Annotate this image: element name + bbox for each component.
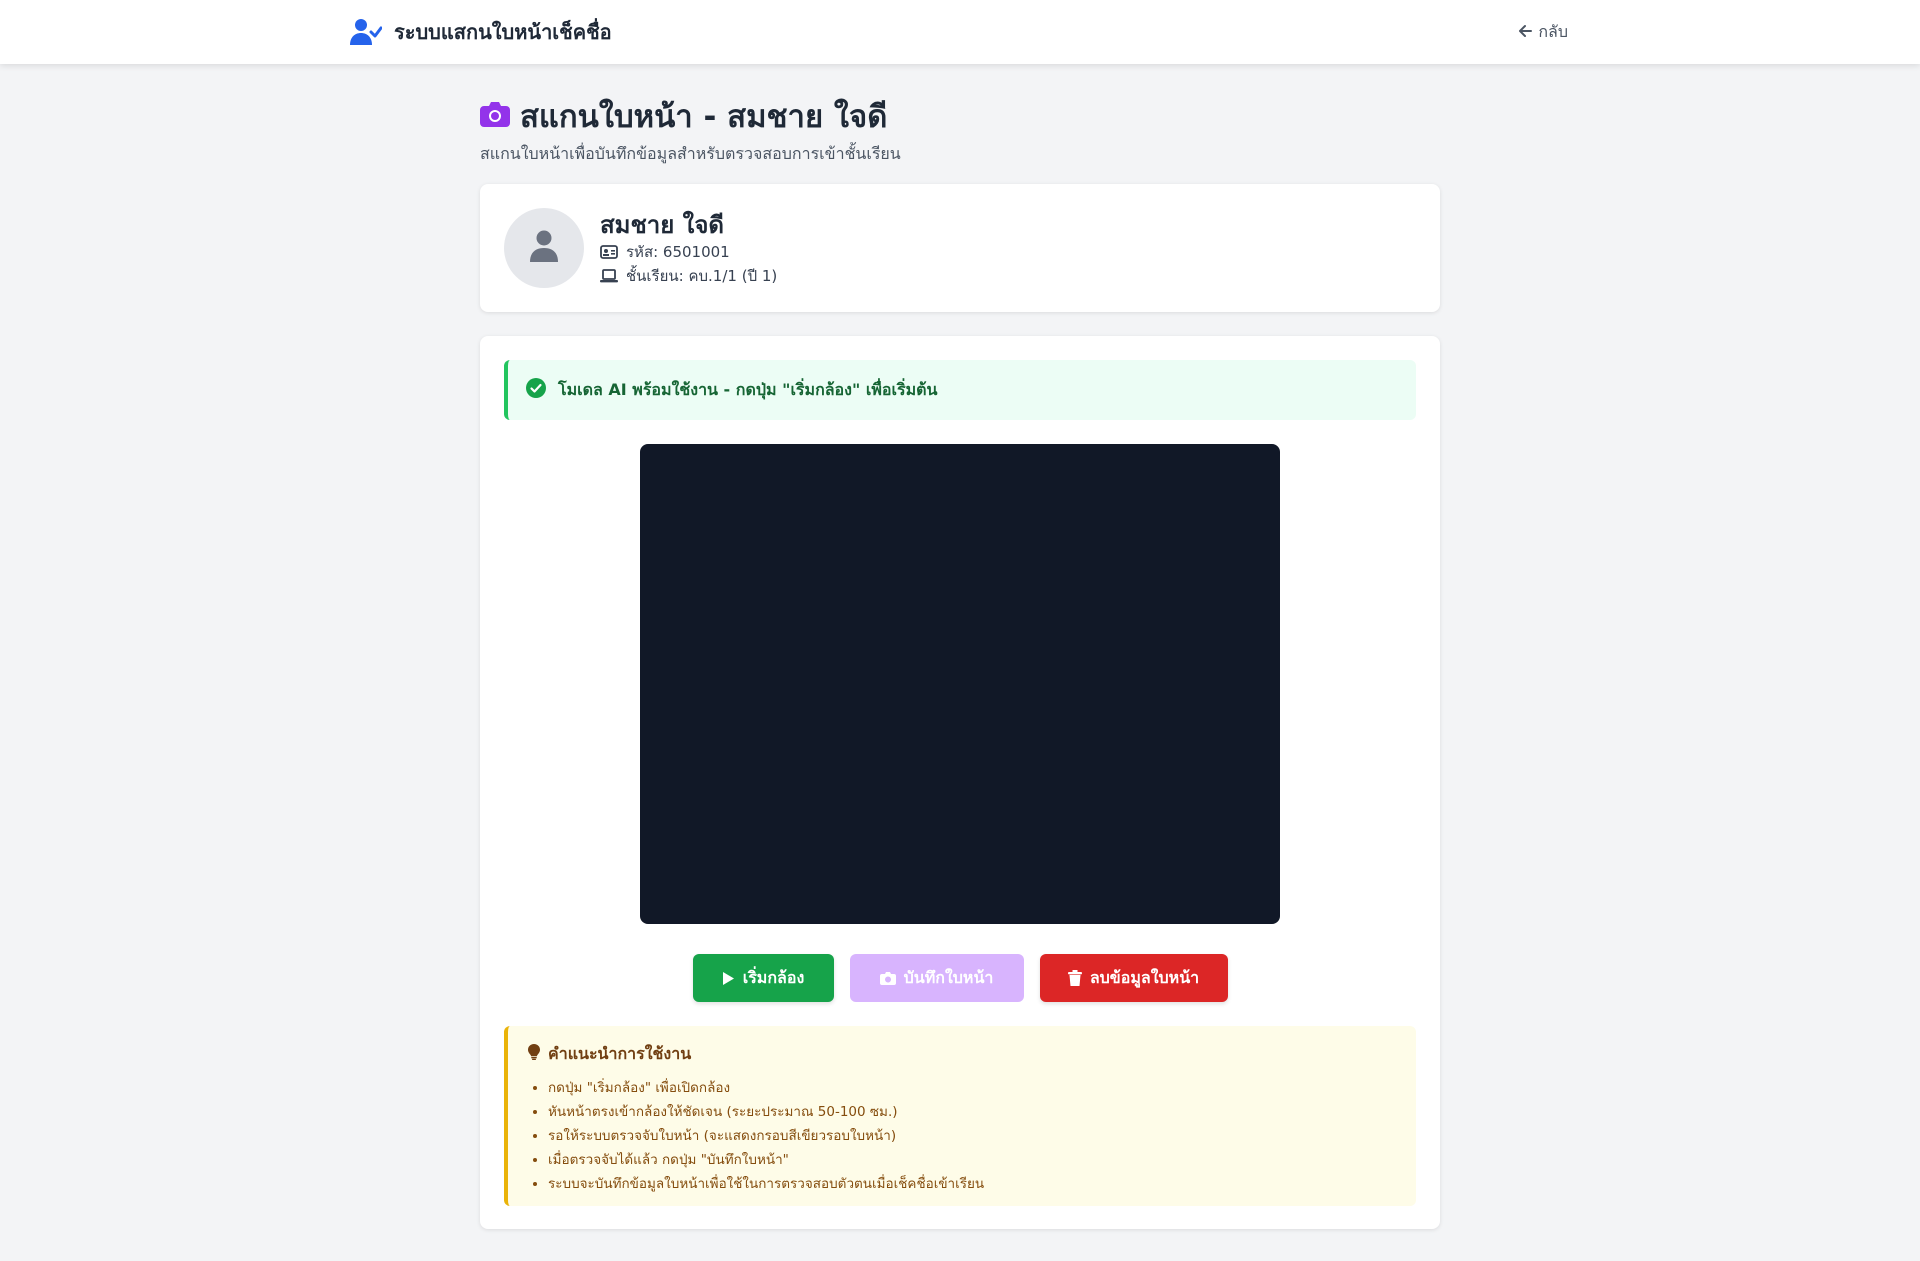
delete-face-label: ลบข้อมูลใบหน้า bbox=[1089, 967, 1200, 987]
student-class-row: ชั้นเรียน: คบ.1/1 (ปี 1) bbox=[600, 264, 777, 288]
back-link[interactable]: กลับ bbox=[1518, 20, 1568, 44]
tip-item: หันหน้าตรงเข้ากล้องให้ชัดเจน (ระยะประมาณ… bbox=[548, 1100, 1396, 1124]
camera-icon bbox=[879, 971, 896, 985]
student-id-row: รหัส: 6501001 bbox=[600, 240, 777, 264]
top-navbar: ระบบแสกนใบหน้าเช็คชื่อ กลับ bbox=[0, 0, 1920, 64]
trash-icon bbox=[1067, 970, 1082, 986]
tip-item: ระบบจะบันทึกข้อมูลใบหน้าเพื่อใช้ในการตรว… bbox=[548, 1172, 1396, 1196]
arrow-left-icon bbox=[1518, 23, 1533, 42]
alert-text: โมเดล AI พร้อมใช้งาน - กดปุ่ม "เริ่มกล้อ… bbox=[558, 379, 938, 399]
tip-item: รอให้ระบบตรวจจับใบหน้า (จะแสดงกรอบสีเขีย… bbox=[548, 1124, 1396, 1148]
user-icon bbox=[530, 230, 558, 266]
start-camera-button[interactable]: เริ่มกล้อง bbox=[692, 954, 834, 1002]
nav-brand[interactable]: ระบบแสกนใบหน้าเช็คชื่อ bbox=[350, 16, 612, 48]
action-buttons: เริ่มกล้อง บันทึกใบหน้า ลบข้อมูลใบหน้า bbox=[480, 954, 1440, 1002]
app-title: ระบบแสกนใบหน้าเช็คชื่อ bbox=[394, 20, 612, 44]
back-label: กลับ bbox=[1538, 21, 1568, 41]
start-camera-label: เริ่มกล้อง bbox=[742, 967, 805, 987]
user-check-icon bbox=[350, 18, 382, 46]
capture-face-button[interactable]: บันทึกใบหน้า bbox=[849, 954, 1024, 1002]
tip-item: กดปุ่ม "เริ่มกล้อง" เพื่อเปิดกล้อง bbox=[548, 1076, 1396, 1100]
tips-title: คำแนะนำการใช้งาน bbox=[548, 1043, 692, 1063]
capture-face-label: บันทึกใบหน้า bbox=[903, 967, 994, 987]
camera-icon bbox=[480, 101, 510, 131]
check-circle-icon bbox=[526, 378, 546, 402]
model-ready-alert: โมเดล AI พร้อมใช้งาน - กดปุ่ม "เริ่มกล้อ… bbox=[504, 360, 1416, 420]
delete-face-button[interactable]: ลบข้อมูลใบหน้า bbox=[1039, 954, 1228, 1002]
student-id: รหัส: 6501001 bbox=[626, 243, 730, 261]
student-class: ชั้นเรียน: คบ.1/1 (ปี 1) bbox=[626, 267, 778, 285]
avatar bbox=[504, 208, 584, 288]
tips-header: คำแนะนำการใช้งาน bbox=[528, 1042, 1396, 1066]
student-name: สมชาย ใจดี bbox=[600, 211, 725, 239]
page-subtitle: สแกนใบหน้าเพื่อบันทึกข้อมูลสำหรับตรวจสอบ… bbox=[480, 144, 901, 163]
face-scan-card: โมเดล AI พร้อมใช้งาน - กดปุ่ม "เริ่มกล้อ… bbox=[480, 336, 1440, 1229]
play-icon bbox=[722, 971, 735, 986]
student-details: สมชาย ใจดี รหัส: 6501001 ชั้นเรียน: คบ.1… bbox=[600, 210, 777, 288]
lightbulb-icon bbox=[528, 1044, 540, 1064]
tip-item: เมื่อตรวจจับได้แล้ว กดปุ่ม "บันทึกใบหน้า… bbox=[548, 1148, 1396, 1172]
page-title: สแกนใบหน้า - สมชาย ใจดี bbox=[520, 99, 888, 135]
camera-preview bbox=[640, 444, 1280, 924]
student-info-card: สมชาย ใจดี รหัส: 6501001 ชั้นเรียน: คบ.1… bbox=[480, 184, 1440, 312]
laptop-icon bbox=[600, 269, 618, 283]
page-header: สแกนใบหน้า - สมชาย ใจดี สแกนใบหน้าเพื่อบ… bbox=[480, 94, 1440, 167]
tips-list: กดปุ่ม "เริ่มกล้อง" เพื่อเปิดกล้อง หันหน… bbox=[528, 1076, 1396, 1196]
id-card-icon bbox=[600, 245, 618, 259]
usage-tips: คำแนะนำการใช้งาน กดปุ่ม "เริ่มกล้อง" เพื… bbox=[504, 1026, 1416, 1206]
